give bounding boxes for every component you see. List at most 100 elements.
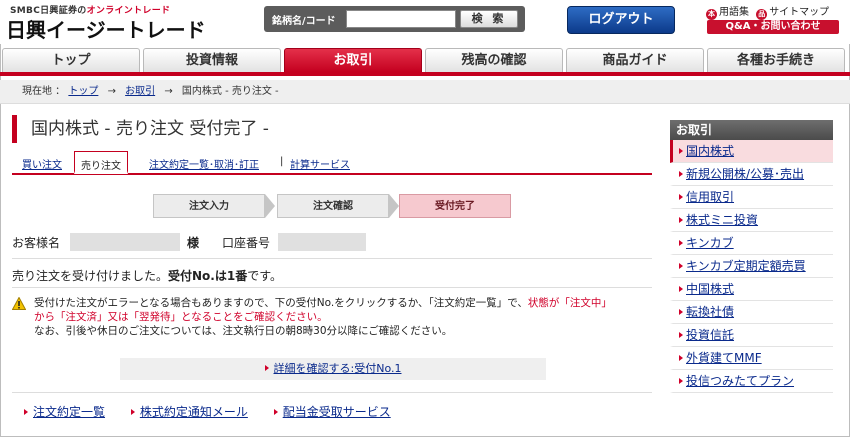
sidebar-item-label[interactable]: キンカブ bbox=[686, 236, 734, 250]
global-nav: トップ 投資情報 お取引 残高の確認 商品ガイド 各種お手続き bbox=[0, 48, 850, 76]
book-icon: 本 bbox=[706, 9, 717, 20]
footer-link-dividend-service[interactable]: 配当金受取サービス bbox=[273, 405, 391, 419]
nav-tab-top[interactable]: トップ bbox=[2, 48, 140, 72]
subtab-separator: | bbox=[280, 156, 284, 167]
sidebar-item-label[interactable]: 株式ミニ投資 bbox=[686, 213, 758, 227]
account-number-masked bbox=[278, 233, 366, 251]
detail-link-box: 詳細を確認する:受付No.1 bbox=[120, 358, 546, 380]
sidebar-item-label[interactable]: 投信つみたてプラン bbox=[686, 374, 794, 388]
arrow-bullet-icon bbox=[679, 148, 683, 154]
footer-link-order-list-label[interactable]: 注文約定一覧 bbox=[33, 405, 105, 419]
nav-tab-procedures[interactable]: 各種お手続き bbox=[707, 48, 845, 72]
order-subtabs: 買い注文 売り注文 注文約定一覧･取消･訂正 | 計算サービス bbox=[12, 151, 652, 175]
breadcrumb: 現在地 ： トップ → お取引 → 国内株式 - 売り注文 - bbox=[0, 80, 850, 104]
arrow-bullet-icon bbox=[679, 355, 683, 361]
sitemap-icon: 品 bbox=[756, 9, 768, 20]
sidebar-item-label[interactable]: 外貨建てMMF bbox=[686, 351, 762, 365]
detail-link[interactable]: 詳細を確認する:受付No.1 bbox=[274, 362, 402, 375]
warning-text: 受付けた注文がエラーとなる場合もありますので、下の受付No.をクリックするか、「… bbox=[34, 296, 612, 338]
nav-tab-trading[interactable]: お取引 bbox=[284, 48, 422, 72]
accept-message-suffix: です。 bbox=[247, 269, 283, 283]
divider bbox=[12, 392, 652, 393]
sidebar-heading: お取引 bbox=[670, 120, 833, 140]
sidebar-item-investment-trust[interactable]: 投資信託 bbox=[670, 324, 833, 347]
sidebar-item-mini-stock[interactable]: 株式ミニ投資 bbox=[670, 209, 833, 232]
sitemap-link-label: サイトマップ bbox=[769, 7, 830, 18]
warning-line-3: なお、引後や休日のご注文については、注文執行日の朝8時30分以降にご確認ください… bbox=[34, 325, 453, 337]
qa-contact-button[interactable]: Q&A・お問い合わせ bbox=[707, 20, 839, 34]
accept-message-text: 売り注文を受け付けました。 bbox=[12, 269, 169, 283]
sidebar-item-china-stock[interactable]: 中国株式 bbox=[670, 278, 833, 301]
utility-links: 本用語集 品サイトマップ bbox=[706, 3, 833, 20]
sidebar-item-trust-plan[interactable]: 投信つみたてプラン bbox=[670, 370, 833, 393]
footer-links: 注文約定一覧 株式約定通知メール 配当金受取サービス bbox=[24, 403, 413, 420]
search-label: 銘柄名/コード bbox=[272, 16, 336, 27]
arrow-bullet-icon bbox=[679, 240, 683, 246]
step-arrow-icon bbox=[265, 194, 275, 218]
sidebar-item-label[interactable]: 新規公開株/公募･売出 bbox=[686, 167, 804, 181]
accept-message: 売り注文を受け付けました。受付No.は1番です。 bbox=[12, 267, 282, 284]
sidebar-item-foreign-mmf[interactable]: 外貨建てMMF bbox=[670, 347, 833, 370]
honorific: 様 bbox=[187, 236, 200, 250]
sidebar-item-convertible-bond[interactable]: 転換社債 bbox=[670, 301, 833, 324]
sidebar: お取引 国内株式 新規公開株/公募･売出 信用取引 株式ミニ投資 キンカブ キン… bbox=[670, 120, 833, 393]
breadcrumb-link-trading[interactable]: お取引 bbox=[125, 86, 155, 97]
arrow-bullet-icon bbox=[679, 217, 683, 223]
step-order-confirm: 注文確認 bbox=[277, 194, 389, 218]
divider bbox=[12, 258, 652, 259]
subtab-sell-order[interactable]: 売り注文 bbox=[74, 151, 128, 174]
footer-link-execution-mail-label[interactable]: 株式約定通知メール bbox=[140, 405, 248, 419]
account-number-label: 口座番号 bbox=[222, 236, 271, 250]
header: SMBC日興証券のオンライントレード 日興イージートレード 銘柄名/コード 検 … bbox=[0, 0, 850, 44]
customer-name-label: お客様名 bbox=[12, 236, 61, 250]
sitemap-link[interactable]: 品サイトマップ bbox=[756, 7, 830, 20]
warning-line-2: から「注文済」又は「翌発待」となることをご確認ください。 bbox=[34, 311, 328, 323]
sidebar-item-kinkabu[interactable]: キンカブ bbox=[670, 232, 833, 255]
breadcrumb-link-top[interactable]: トップ bbox=[68, 86, 98, 97]
subtab-calc-service[interactable]: 計算サービス bbox=[290, 156, 350, 171]
arrow-bullet-icon bbox=[679, 263, 683, 269]
logout-button[interactable]: ログアウト bbox=[567, 6, 675, 34]
arrow-bullet-icon bbox=[264, 365, 269, 371]
search-button[interactable]: 検 索 bbox=[460, 10, 518, 28]
accept-number: 受付No.は1番 bbox=[168, 269, 248, 283]
sidebar-item-label[interactable]: 信用取引 bbox=[686, 190, 734, 204]
arrow-bullet-icon bbox=[24, 409, 28, 415]
step-order-input: 注文入力 bbox=[153, 194, 265, 218]
brand-logo[interactable]: 日興イージートレード bbox=[6, 14, 206, 43]
search-input[interactable] bbox=[346, 10, 456, 28]
footer-link-execution-mail[interactable]: 株式約定通知メール bbox=[130, 405, 248, 419]
nav-tab-product-guide[interactable]: 商品ガイド bbox=[566, 48, 704, 72]
arrow-bullet-icon bbox=[679, 332, 683, 338]
footer-link-dividend-service-label[interactable]: 配当金受取サービス bbox=[283, 405, 391, 419]
sidebar-item-label[interactable]: 転換社債 bbox=[686, 305, 734, 319]
nav-tab-balance[interactable]: 残高の確認 bbox=[425, 48, 563, 72]
footer-link-order-list[interactable]: 注文約定一覧 bbox=[24, 405, 105, 419]
sidebar-item-kinkabu-periodic[interactable]: キンカブ定期定額売買 bbox=[670, 255, 833, 278]
warning-line-1-text: 受付けた注文がエラーとなる場合もありますので、下の受付No.をクリックするか、「… bbox=[34, 297, 528, 309]
glossary-link-label: 用語集 bbox=[719, 7, 749, 18]
arrow-bullet-icon bbox=[679, 194, 683, 200]
sidebar-item-domestic-stock[interactable]: 国内株式 bbox=[670, 140, 833, 163]
step-accepted: 受付完了 bbox=[399, 194, 511, 218]
breadcrumb-arrow: → bbox=[164, 86, 173, 97]
nav-tab-investment-info[interactable]: 投資情報 bbox=[143, 48, 281, 72]
sidebar-item-label[interactable]: 投資信託 bbox=[686, 328, 734, 342]
glossary-link[interactable]: 本用語集 bbox=[706, 7, 749, 20]
arrow-bullet-icon bbox=[679, 171, 683, 177]
arrow-bullet-icon bbox=[679, 378, 683, 384]
subtab-order-list[interactable]: 注文約定一覧･取消･訂正 bbox=[149, 156, 259, 171]
arrow-bullet-icon bbox=[679, 309, 683, 315]
customer-info: お客様名 様 口座番号 bbox=[12, 233, 652, 253]
subtab-buy-order[interactable]: 買い注文 bbox=[22, 156, 62, 171]
sidebar-item-label[interactable]: キンカブ定期定額売買 bbox=[686, 259, 806, 273]
customer-name-masked bbox=[70, 233, 180, 251]
sidebar-item-label[interactable]: 中国株式 bbox=[686, 282, 734, 296]
step-arrow-icon bbox=[389, 194, 399, 218]
sidebar-item-label[interactable]: 国内株式 bbox=[686, 144, 734, 158]
sidebar-item-margin[interactable]: 信用取引 bbox=[670, 186, 833, 209]
warning-line-1: 受付けた注文がエラーとなる場合もありますので、下の受付No.をクリックするか、「… bbox=[34, 296, 612, 310]
warning-icon bbox=[12, 297, 26, 310]
sidebar-item-ipo[interactable]: 新規公開株/公募･売出 bbox=[670, 163, 833, 186]
page-title: 国内株式 - 売り注文 受付完了 - bbox=[12, 115, 269, 143]
